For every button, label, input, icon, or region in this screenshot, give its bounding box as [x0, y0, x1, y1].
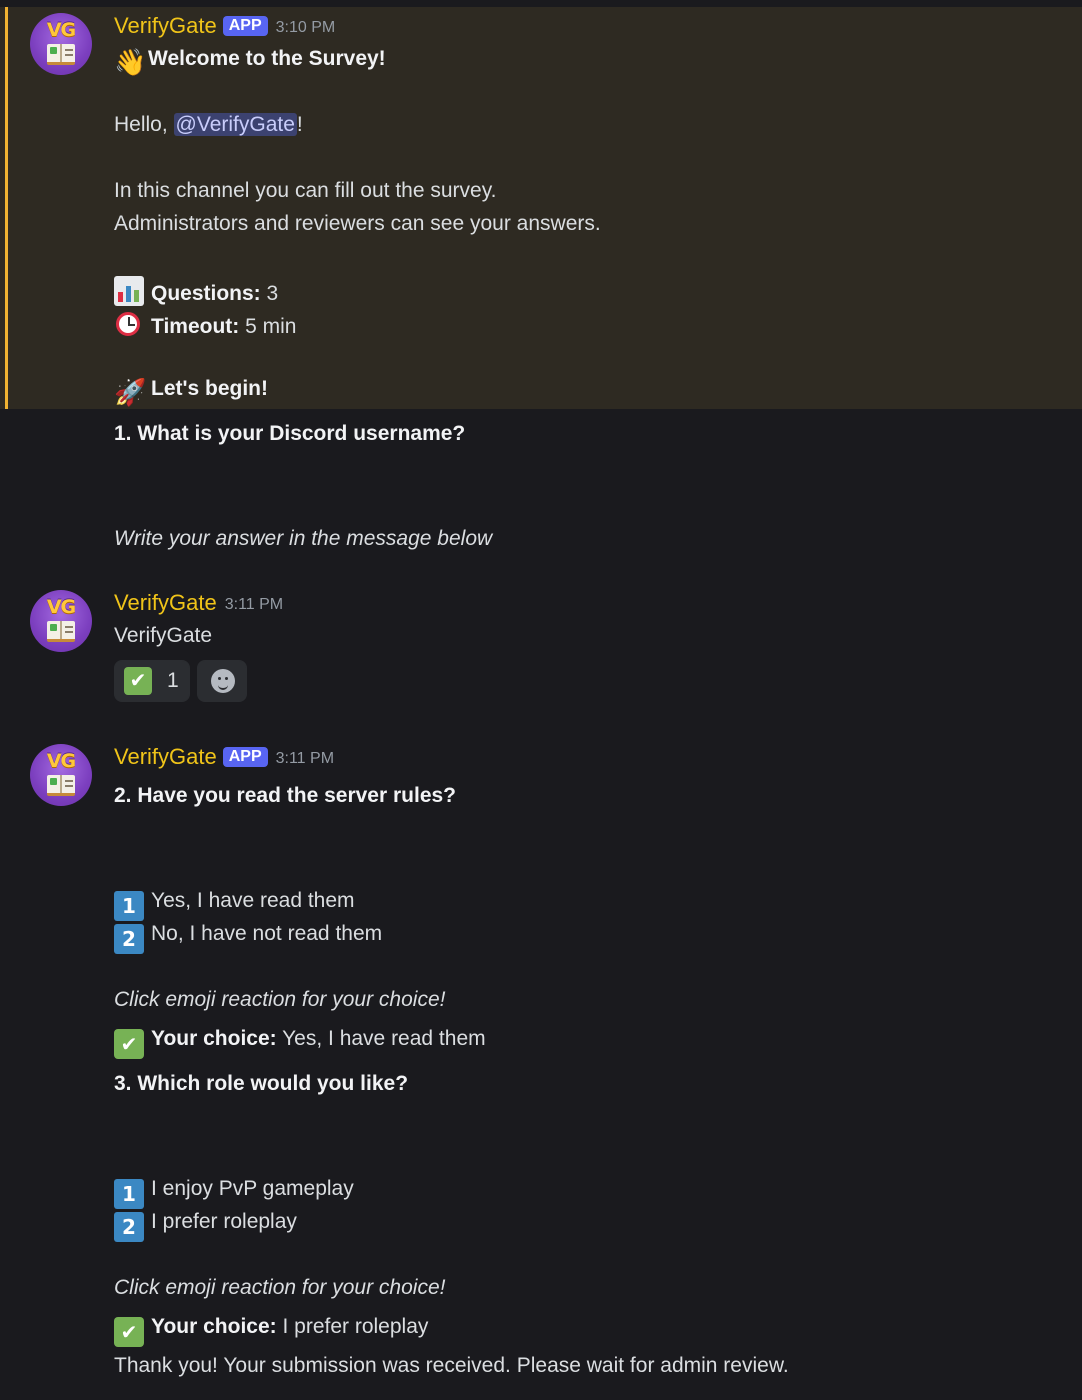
top-strip — [0, 0, 1082, 7]
keycap-one-icon: 1 — [114, 891, 144, 921]
user-mention[interactable]: @VerifyGate — [173, 113, 297, 136]
message-header: VerifyGate 3:11 PM — [114, 589, 283, 619]
reaction-check[interactable]: ✔ 1 — [114, 660, 190, 702]
begin-line: 🚀 Let's begin! — [114, 377, 268, 407]
add-reaction-button[interactable] — [197, 660, 247, 702]
keycap-two-icon: 2 — [114, 924, 144, 954]
timestamp[interactable]: 3:10 PM — [276, 19, 336, 36]
rocket-icon: 🚀 — [114, 377, 147, 407]
q2-option-1: 1 Yes, I have read them — [114, 887, 355, 921]
book-icon — [47, 775, 75, 796]
avatar[interactable]: VG — [30, 744, 92, 806]
username[interactable]: VerifyGate — [114, 13, 217, 38]
question-2: 2. Have you read the server rules? — [114, 784, 456, 807]
body-line-1: In this channel you can fill out the sur… — [114, 179, 497, 202]
check-mark-icon: ✔ — [114, 1317, 144, 1347]
alarm-clock-icon — [114, 309, 144, 339]
q3-option-1: 1I enjoy PvP gameplay — [114, 1175, 354, 1209]
q2-choice: ✔ Your choice: Yes, I have read them — [114, 1025, 486, 1059]
reaction-count: 1 — [167, 669, 179, 692]
welcome-title: 👋Welcome to the Survey! — [114, 47, 386, 77]
avatar[interactable]: VG — [30, 590, 92, 652]
timeout-info: Timeout: 5 min — [114, 309, 296, 341]
app-badge: APP — [222, 747, 268, 767]
keycap-one-icon: 1 — [114, 1179, 144, 1209]
questions-count: Questions: 3 — [114, 276, 278, 308]
avatar[interactable]: VG — [30, 13, 92, 75]
question-3: 3. Which role would you like? — [114, 1072, 409, 1095]
message-text: VerifyGate — [114, 624, 213, 647]
q3-option-2: 2I prefer roleplay — [114, 1208, 297, 1242]
username[interactable]: VerifyGate — [114, 744, 217, 769]
answer-instruction: Write your answer in the message below — [114, 527, 493, 550]
timestamp[interactable]: 3:11 PM — [225, 596, 283, 613]
bar-chart-icon — [114, 276, 144, 306]
timestamp[interactable]: 3:11 PM — [276, 750, 334, 767]
q3-instruction: Click emoji reaction for your choice! — [114, 1276, 446, 1299]
thank-you-text: Thank you! Your submission was received.… — [114, 1354, 789, 1377]
waving-hand-icon: 👋 — [114, 47, 147, 77]
book-icon — [47, 621, 75, 642]
message-header: VerifyGate APP 3:10 PM — [114, 12, 335, 42]
q2-instruction: Click emoji reaction for your choice! — [114, 988, 446, 1011]
book-icon — [47, 44, 75, 65]
keycap-two-icon: 2 — [114, 1212, 144, 1242]
q3-choice: ✔ Your choice: I prefer roleplay — [114, 1313, 428, 1347]
greeting: Hello, @VerifyGate! — [114, 113, 303, 136]
check-mark-icon: ✔ — [124, 667, 152, 695]
mention-highlight-bar — [5, 7, 8, 409]
username[interactable]: VerifyGate — [114, 590, 217, 615]
body-line-2: Administrators and reviewers can see you… — [114, 212, 601, 235]
q2-option-2: 2 No, I have not read them — [114, 920, 382, 954]
app-badge: APP — [222, 16, 268, 36]
question-1: 1. What is your Discord username? — [114, 422, 466, 445]
message-header: VerifyGate APP 3:11 PM — [114, 743, 334, 773]
check-mark-icon: ✔ — [114, 1029, 144, 1059]
